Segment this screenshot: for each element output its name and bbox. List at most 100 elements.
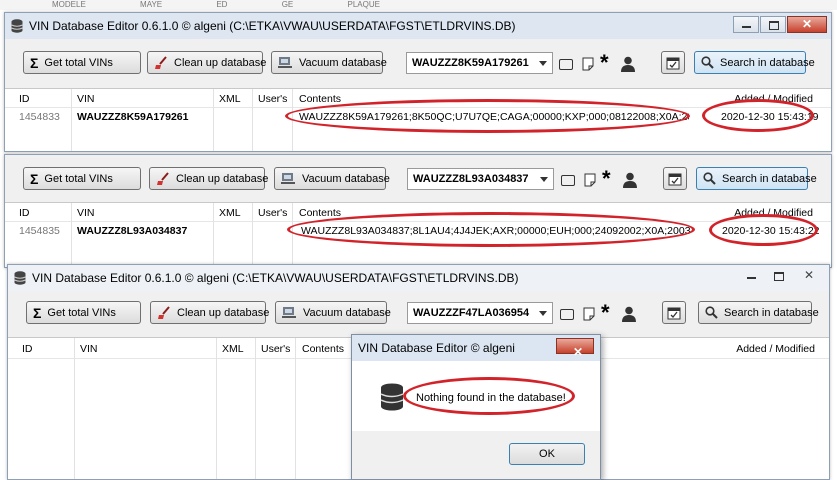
column-divider [71, 89, 72, 151]
column-divider [74, 338, 75, 479]
minimize-button[interactable] [739, 268, 765, 285]
get-total-vins-button[interactable]: Σ Get total VINs [23, 51, 141, 74]
toolbar: Σ Get total VINs Clean up database Vacuu… [5, 159, 831, 197]
window-title: VIN Database Editor 0.6.1.0 © algeni (C:… [29, 19, 516, 33]
column-header-users[interactable]: User's [258, 207, 287, 219]
clean-up-database-button[interactable]: Clean up database [150, 301, 269, 324]
background-strip: MODELE MAYE ED GE PLAQUE [0, 0, 837, 10]
note-icon[interactable] [584, 173, 596, 187]
chevron-down-icon[interactable] [539, 61, 547, 66]
toolbar: Σ Get total VINs Clean up database Vacuu… [8, 297, 829, 335]
column-divider [216, 338, 217, 479]
editor-window-1: VIN Database Editor 0.6.1.0 © algeni (C:… [4, 12, 832, 152]
user-icon[interactable] [622, 306, 636, 322]
column-header-xml[interactable]: XML [219, 207, 241, 219]
close-icon: ✕ [572, 345, 584, 359]
asterisk-icon[interactable]: * [602, 168, 611, 190]
database-icon [14, 271, 26, 288]
window-view-icon[interactable] [560, 309, 574, 320]
results-table: ID VIN XML User's Contents Added / Modif… [5, 202, 831, 267]
row-vin: WAUZZZ8K59A179261 [77, 111, 189, 123]
header-divider [5, 221, 831, 222]
column-header-vin[interactable]: VIN [77, 93, 95, 105]
user-icon[interactable] [621, 56, 635, 72]
calendar-button[interactable] [662, 301, 686, 324]
column-header-id[interactable]: ID [22, 343, 33, 355]
chevron-down-icon[interactable] [540, 177, 548, 182]
vacuum-database-button[interactable]: Vacuum database [274, 167, 390, 190]
search-in-database-button[interactable]: Search in database [694, 51, 815, 74]
window-view-icon[interactable] [561, 175, 575, 186]
vin-search-value: WAUZZZF47LA036954 [413, 307, 530, 319]
note-icon[interactable] [582, 57, 594, 71]
column-header-users[interactable]: User's [258, 93, 287, 105]
clean-up-database-button[interactable]: Clean up database [149, 167, 268, 190]
title-bar[interactable]: VIN Database Editor 0.6.1.0 © algeni (C:… [5, 13, 831, 39]
column-header-vin[interactable]: VIN [77, 207, 95, 219]
chevron-down-icon[interactable] [539, 311, 547, 316]
calendar-button[interactable] [661, 51, 685, 74]
column-divider [71, 203, 72, 267]
note-icon[interactable] [583, 307, 595, 321]
asterisk-icon[interactable]: * [601, 302, 610, 324]
background-label: GE [281, 0, 294, 9]
column-header-contents[interactable]: Contents [302, 343, 344, 355]
vacuum-database-button[interactable]: Vacuum database [275, 301, 391, 324]
search-in-database-button[interactable]: Search in database [696, 167, 817, 190]
dialog-close-button[interactable]: ✕ [556, 338, 594, 359]
column-header-xml[interactable]: XML [219, 93, 241, 105]
column-header-contents[interactable]: Contents [299, 207, 341, 219]
vin-search-combo[interactable]: WAUZZZ8K59A179261 [406, 52, 553, 74]
broom-icon [156, 171, 170, 186]
vacuum-database-button[interactable]: Vacuum database [271, 51, 387, 74]
column-header-added[interactable]: Added / Modified [734, 207, 813, 219]
maximize-button[interactable] [766, 268, 792, 285]
column-header-contents[interactable]: Contents [299, 93, 341, 105]
search-in-database-button[interactable]: Search in database [698, 301, 819, 324]
toolbar: Σ Get total VINs Clean up database Vacuu… [5, 47, 831, 85]
search-icon [703, 172, 716, 185]
get-total-vins-label: Get total VINs [47, 306, 116, 319]
column-header-users[interactable]: User's [261, 343, 290, 355]
dialog-message: Nothing found in the database! [416, 392, 566, 404]
clean-up-database-button[interactable]: Clean up database [147, 51, 266, 74]
minimize-icon [742, 26, 751, 28]
background-label: MAYE [140, 0, 163, 9]
asterisk-icon[interactable]: * [600, 52, 609, 74]
dialog-title-bar[interactable]: VIN Database Editor © algeni ✕ [352, 335, 600, 361]
column-header-added[interactable]: Added / Modified [736, 343, 815, 355]
column-header-vin[interactable]: VIN [80, 343, 98, 355]
column-header-id[interactable]: ID [19, 93, 30, 105]
close-button[interactable]: ✕ [793, 268, 825, 285]
vin-search-combo[interactable]: WAUZZZF47LA036954 [407, 302, 553, 324]
editor-window-2: Σ Get total VINs Clean up database Vacuu… [4, 154, 832, 268]
vacuum-icon [282, 306, 297, 319]
title-bar[interactable]: VIN Database Editor 0.6.1.0 © algeni (C:… [8, 265, 829, 291]
user-icon[interactable] [623, 172, 637, 188]
results-table: ID VIN XML User's Contents Added / Modif… [5, 88, 831, 151]
window-view-icon[interactable] [559, 59, 573, 70]
column-header-added[interactable]: Added / Modified [734, 93, 813, 105]
close-button[interactable]: ✕ [787, 16, 827, 33]
column-divider [295, 338, 296, 479]
calendar-button[interactable] [663, 167, 687, 190]
search-in-database-label: Search in database [720, 56, 815, 69]
get-total-vins-button[interactable]: Σ Get total VINs [23, 167, 141, 190]
sigma-icon: Σ [30, 54, 39, 71]
minimize-button[interactable] [733, 16, 759, 33]
column-header-id[interactable]: ID [19, 207, 30, 219]
vin-search-combo[interactable]: WAUZZZ8L93A034837 [407, 168, 554, 190]
column-divider [292, 89, 293, 151]
row-contents: WAUZZZ8K59A179261;8K50QC;U7U7QE;CAGA;000… [299, 111, 689, 123]
dialog-body: Nothing found in the database! [352, 361, 600, 431]
search-icon [701, 56, 714, 69]
background-label: MODELE [52, 0, 86, 9]
search-in-database-label: Search in database [724, 306, 819, 319]
maximize-button[interactable] [760, 16, 786, 33]
get-total-vins-button[interactable]: Σ Get total VINs [26, 301, 141, 324]
background-label: PLAQUE [347, 0, 380, 9]
calendar-icon [666, 57, 680, 69]
sigma-icon: Σ [30, 170, 39, 187]
ok-button[interactable]: OK [509, 443, 585, 465]
column-header-xml[interactable]: XML [222, 343, 244, 355]
